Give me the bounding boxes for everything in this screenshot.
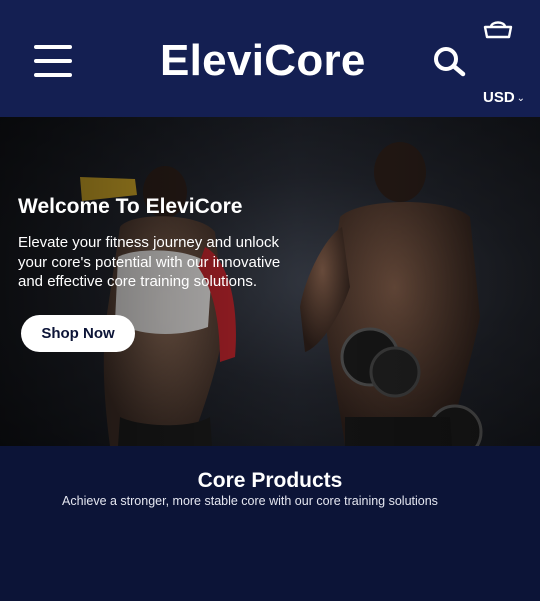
shop-now-button[interactable]: Shop Now — [21, 315, 135, 352]
hero-banner: Welcome To EleviCore Elevate your fitnes… — [0, 117, 540, 446]
search-button[interactable] — [432, 46, 468, 78]
core-products-heading: Core Products — [197, 469, 343, 492]
brand-logo[interactable]: EleviCore — [160, 36, 366, 86]
hamburger-line — [34, 59, 72, 63]
cart-button[interactable] — [482, 18, 514, 40]
cart-icon — [483, 21, 513, 39]
menu-button[interactable] — [34, 44, 72, 78]
site-header: EleviCore USD ⌄ — [0, 0, 540, 117]
currency-label: USD — [483, 89, 515, 106]
hero-description: Elevate your fitness journey and unlock … — [18, 234, 281, 290]
hamburger-menu-icon — [34, 45, 72, 49]
hamburger-line — [34, 73, 72, 77]
search-icon — [434, 47, 466, 77]
currency-selector[interactable]: USD ⌄ — [483, 89, 525, 108]
hero-title: Welcome To EleviCore — [18, 195, 243, 218]
chevron-down-icon: ⌄ — [516, 93, 526, 104]
core-products-subtitle: Achieve a stronger, more stable core wit… — [62, 494, 438, 508]
